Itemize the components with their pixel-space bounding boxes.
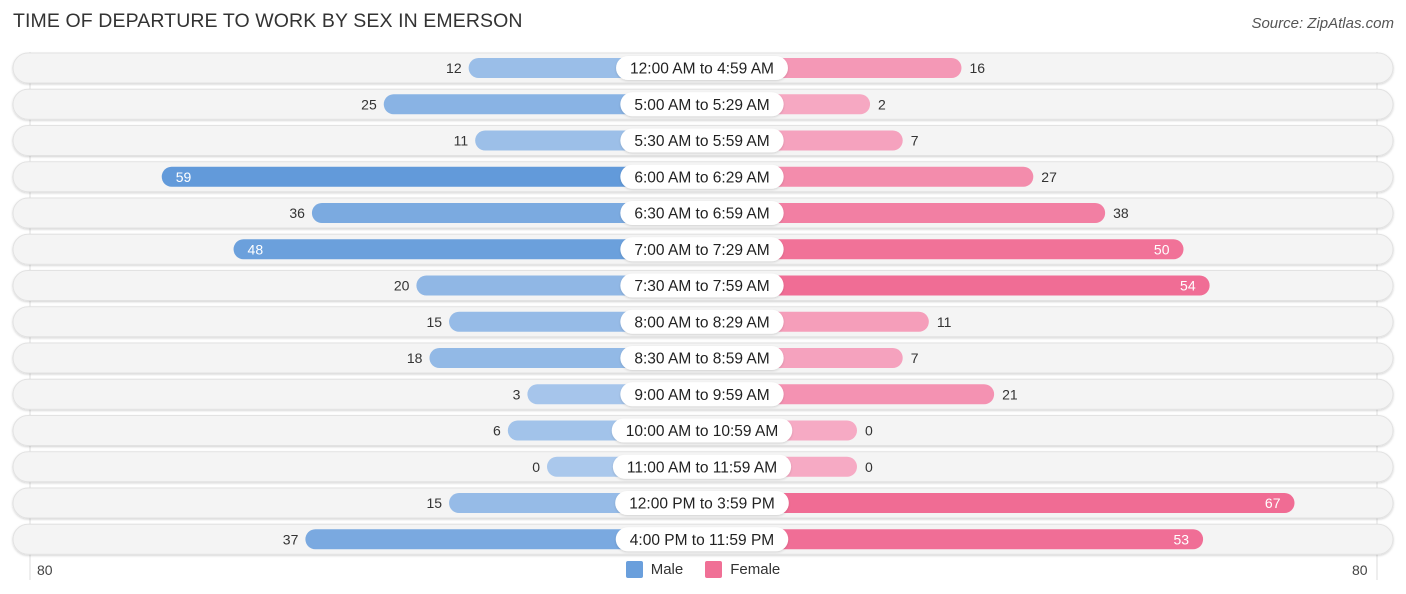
chart-row: 59 27 6:00 AM to 6:29 AM [12, 161, 1394, 193]
chart-row: 15 11 8:00 AM to 8:29 AM [12, 306, 1394, 338]
legend-swatch-male [625, 561, 643, 578]
value-label-male: 6 [493, 423, 501, 439]
chart-row: 25 2 5:00 AM to 5:29 AM [12, 88, 1394, 120]
legend-item-male[interactable]: Male [625, 561, 684, 578]
legend-label-male: Male [650, 561, 684, 578]
value-label-male: 11 [454, 133, 469, 149]
bar-female[interactable] [702, 493, 1295, 513]
chart-row: 11 7 5:30 AM to 5:59 AM [12, 125, 1394, 156]
legend-swatch-female [705, 561, 723, 578]
value-label-male: 25 [361, 96, 377, 112]
chart-svg: 12 16 12:00 AM to 4:59 AM 25 2 5:00 AM to 5:2… [12, 52, 1394, 580]
value-label-female: 7 [911, 133, 919, 149]
value-label-female: 38 [1113, 205, 1129, 221]
chart-row: 12 16 12:00 AM to 4:59 AM [12, 52, 1394, 84]
chart-row: 20 54 7:30 AM to 7:59 AM [12, 270, 1394, 301]
value-label-male: 18 [407, 350, 423, 366]
category-label: 6:30 AM to 6:59 AM [634, 206, 769, 223]
category-label: 5:30 AM to 5:59 AM [634, 133, 769, 150]
value-label-female: 2 [878, 96, 886, 112]
value-label-female: 16 [969, 60, 985, 76]
category-label: 6:00 AM to 6:29 AM [634, 169, 769, 186]
category-label: 9:00 AM to 9:59 AM [634, 387, 769, 404]
value-label-female: 54 [1180, 278, 1196, 294]
value-label-female: 11 [937, 314, 952, 330]
category-label: 4:00 PM to 11:59 PM [630, 532, 774, 549]
category-label: 10:00 AM to 10:59 AM [626, 423, 779, 440]
value-label-female: 21 [1002, 386, 1018, 402]
value-label-male: 12 [446, 60, 462, 76]
category-label: 7:00 AM to 7:29 AM [634, 242, 769, 259]
chart-row: 36 38 6:30 AM to 6:59 AM [12, 197, 1394, 229]
chart-row: 6 0 10:00 AM to 10:59 AM [12, 415, 1394, 446]
category-label: 11:00 AM to 11:59 AM [627, 459, 777, 476]
value-label-male: 15 [426, 314, 442, 330]
value-label-female: 7 [911, 350, 919, 366]
value-label-male: 48 [248, 241, 264, 257]
chart-row: 18 7 8:30 AM to 8:59 AM [12, 342, 1394, 374]
value-label-male: 59 [176, 169, 192, 185]
value-label-male: 37 [283, 531, 299, 547]
value-label-female: 50 [1154, 241, 1170, 257]
legend-label-female: Female [730, 561, 781, 578]
category-label: 8:00 AM to 8:29 AM [634, 314, 769, 331]
category-label: 12:00 AM to 4:59 AM [630, 61, 774, 78]
value-label-male: 15 [426, 495, 442, 511]
chart-row: 48 50 7:00 AM to 7:29 AM [12, 233, 1394, 265]
value-label-female: 0 [865, 459, 873, 475]
chart-row: 15 67 12:00 PM to 3:59 PM [12, 487, 1394, 519]
value-label-female: 67 [1265, 495, 1281, 511]
legend-item-female[interactable]: Female [705, 561, 780, 578]
category-label: 5:00 AM to 5:29 AM [634, 97, 769, 114]
category-label: 12:00 PM to 3:59 PM [629, 496, 775, 513]
category-label: 7:30 AM to 7:59 AM [634, 278, 769, 295]
chart-row: 37 53 4:00 PM to 11:59 PM [12, 523, 1394, 555]
value-label-male: 3 [513, 386, 521, 402]
category-label: 8:30 AM to 8:59 AM [634, 351, 769, 368]
chart-row: 3 21 9:00 AM to 9:59 AM [12, 378, 1394, 410]
value-label-male: 36 [289, 205, 305, 221]
value-label-female: 53 [1174, 531, 1190, 547]
value-label-male: 0 [532, 459, 540, 475]
value-label-female: 0 [865, 423, 873, 439]
value-label-female: 27 [1041, 169, 1057, 185]
value-label-male: 20 [394, 278, 410, 294]
legend: Male Female [0, 561, 1406, 578]
chart-row: 0 0 11:00 AM to 11:59 AM [12, 451, 1394, 483]
